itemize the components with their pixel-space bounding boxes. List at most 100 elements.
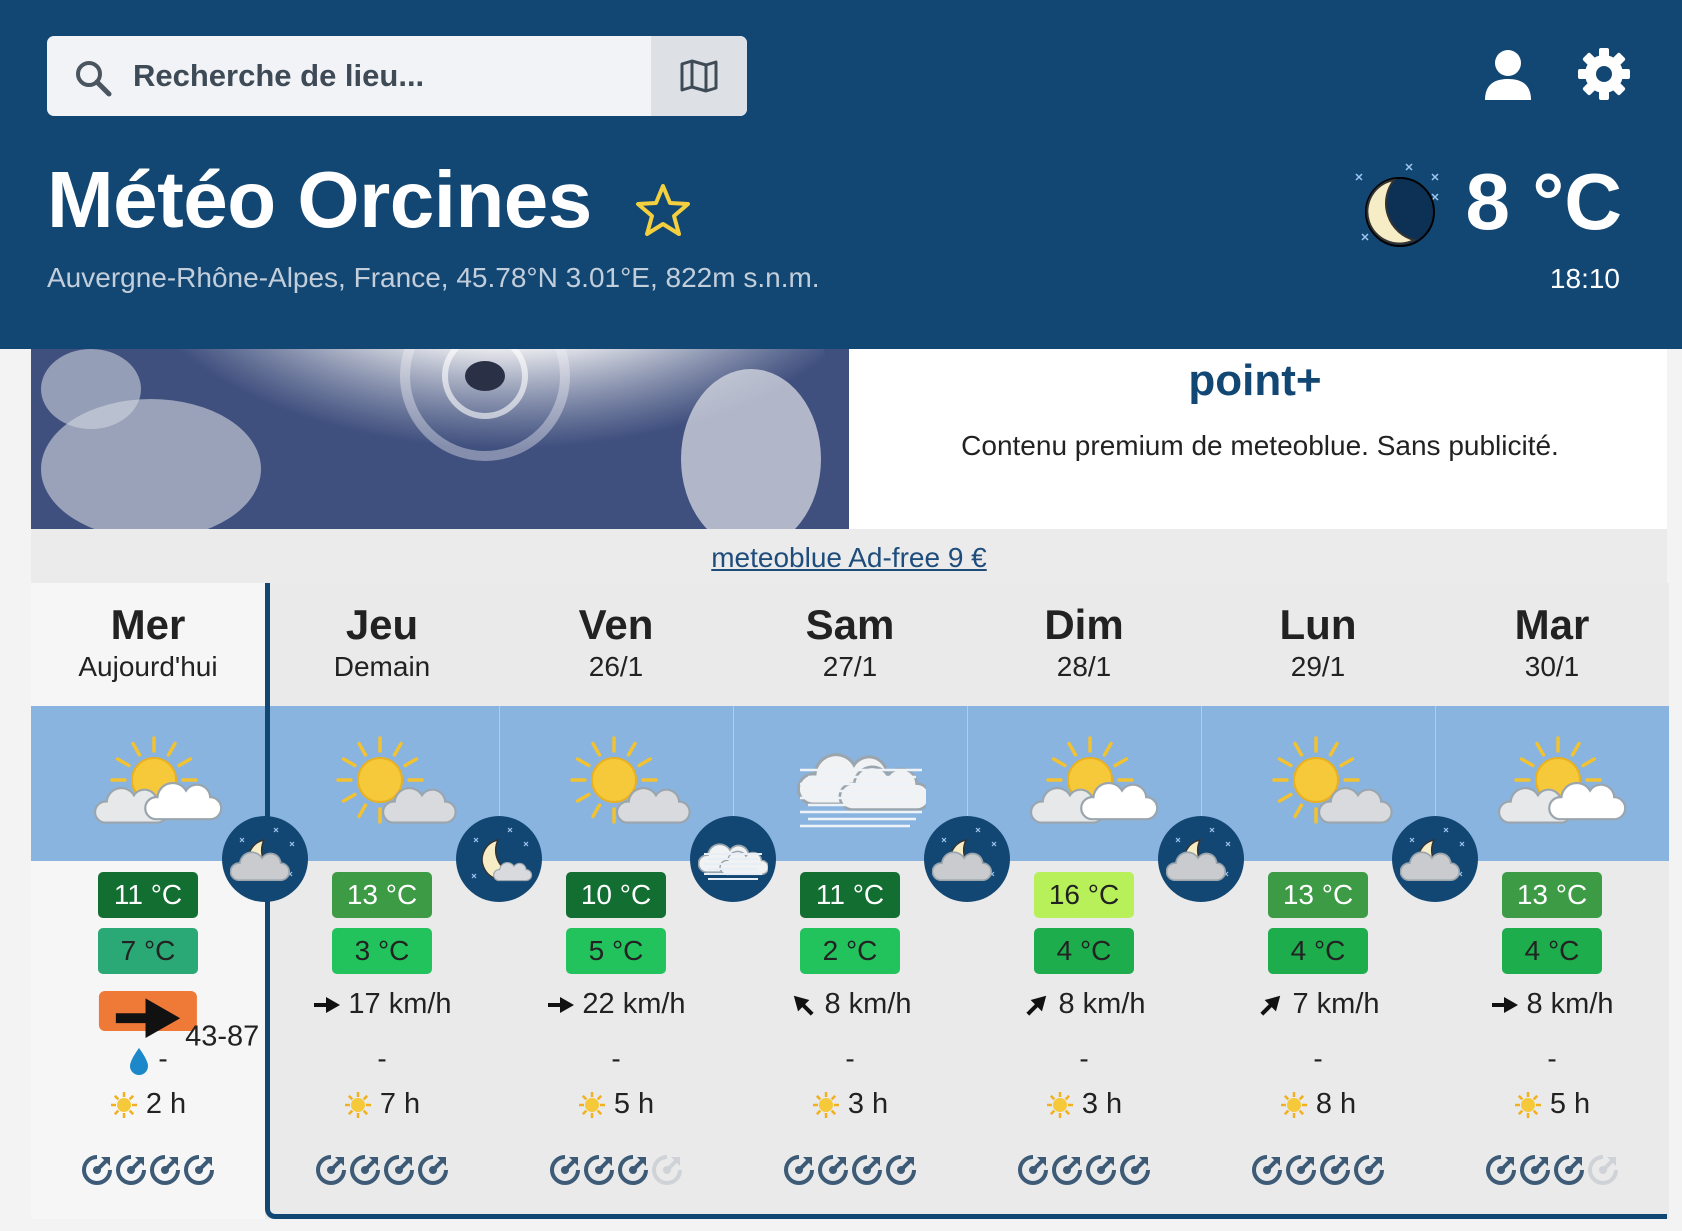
day-date: Aujourd'hui bbox=[78, 651, 218, 682]
seven-day-forecast: Mer Aujourd'hui 11 °C 7 °C 43-87-2 h Jeu Demai… bbox=[31, 583, 1669, 1223]
night-weather-badge bbox=[924, 816, 1010, 902]
night-weather-badge bbox=[456, 816, 542, 902]
sunshine-hours: 3 h bbox=[967, 1088, 1201, 1121]
predictability-icon bbox=[618, 1155, 648, 1185]
predictability-icon bbox=[818, 1155, 848, 1185]
day-column[interactable]: Sam 27/1 11 °C 2 °C 8 km/h - 3 h bbox=[733, 583, 967, 1219]
predictability bbox=[31, 1154, 265, 1191]
wind-value: 7 km/h bbox=[1292, 988, 1380, 1020]
predictability-icon bbox=[1320, 1155, 1350, 1185]
day-column[interactable]: Lun 29/1 13 °C 4 °C 7 km/h - 8 h bbox=[1201, 583, 1435, 1219]
partly-cloudy-icon bbox=[94, 736, 223, 824]
favorite-star-icon[interactable] bbox=[634, 182, 692, 240]
predictability-icon bbox=[418, 1155, 448, 1185]
predictability bbox=[265, 1154, 499, 1191]
sunshine-hours: 8 h bbox=[1201, 1088, 1435, 1121]
precipitation-value: - bbox=[611, 1043, 621, 1074]
wind-value: 8 km/h bbox=[1526, 988, 1614, 1020]
day-name: Sam bbox=[805, 601, 895, 648]
wind: 8 km/h bbox=[733, 988, 967, 1021]
precipitation-value: - bbox=[1313, 1043, 1323, 1074]
precipitation-value: - bbox=[845, 1043, 855, 1074]
precipitation: - bbox=[265, 1043, 499, 1075]
header: Météo Orcines Auvergne-Rhône-Alpes, Fran… bbox=[0, 0, 1682, 349]
sunshine-icon bbox=[1514, 1092, 1541, 1119]
sunshine-hours: 7 h bbox=[265, 1088, 499, 1121]
map-button[interactable] bbox=[651, 36, 747, 116]
map-icon bbox=[680, 59, 718, 93]
day-column[interactable]: Mer Aujourd'hui 11 °C 7 °C 43-87- 2 h bbox=[31, 583, 265, 1219]
day-date: Demain bbox=[333, 651, 431, 682]
max-temperature: 13 °C bbox=[332, 872, 432, 918]
predictability-icon bbox=[1588, 1155, 1618, 1185]
day-date: 29/1 bbox=[1290, 651, 1346, 682]
sunshine-value: 8 h bbox=[1315, 1088, 1357, 1120]
wind-direction-icon bbox=[115, 998, 181, 1038]
predictability-icon bbox=[584, 1155, 614, 1185]
predictability-icon bbox=[1018, 1155, 1048, 1185]
precipitation-value: - bbox=[1079, 1043, 1089, 1074]
wind: 17 km/h bbox=[265, 988, 499, 1021]
sunshine-value: 3 h bbox=[847, 1088, 889, 1120]
max-temperature: 16 °C bbox=[1034, 872, 1134, 918]
precipitation: - bbox=[1201, 1043, 1435, 1075]
sunshine-icon bbox=[344, 1092, 371, 1119]
predictability bbox=[967, 1154, 1201, 1191]
wind-value: 17 km/h bbox=[348, 988, 452, 1020]
wind-direction-icon bbox=[1492, 997, 1519, 1014]
day-name: Mar bbox=[1514, 601, 1590, 648]
gear-icon[interactable] bbox=[1574, 44, 1634, 104]
sunshine-value: 7 h bbox=[379, 1088, 421, 1120]
wind-direction-icon bbox=[794, 996, 815, 1016]
clear-night-moon-icon bbox=[1355, 163, 1439, 247]
sunshine-value: 3 h bbox=[1081, 1088, 1123, 1120]
max-temperature: 10 °C bbox=[566, 872, 666, 918]
adfree-link[interactable]: meteoblue Ad-free 9 € bbox=[711, 529, 987, 587]
user-icon[interactable] bbox=[1478, 44, 1538, 104]
raindrop-icon bbox=[130, 1047, 149, 1075]
predictability-icon bbox=[1554, 1155, 1584, 1185]
night-cloud-moon-icon bbox=[1166, 827, 1231, 882]
satellite-hurricane-image bbox=[31, 349, 849, 529]
predictability-icon bbox=[384, 1155, 414, 1185]
predictability-icon bbox=[1354, 1155, 1384, 1185]
min-temperature: 7 °C bbox=[98, 928, 198, 974]
day-column[interactable]: Ven 26/1 10 °C 5 °C 22 km/h - 5 h bbox=[499, 583, 733, 1219]
day-name: Mer bbox=[110, 601, 186, 648]
predictability bbox=[733, 1154, 967, 1191]
min-temperature: 3 °C bbox=[332, 928, 432, 974]
day-date: 28/1 bbox=[1056, 651, 1112, 682]
predictability-icon bbox=[1086, 1155, 1116, 1185]
predictability-icon bbox=[1486, 1155, 1516, 1185]
night-weather-badge bbox=[222, 816, 308, 902]
day-column[interactable]: Mar 30/1 13 °C 4 °C 8 km/h - 5 h bbox=[1435, 583, 1669, 1219]
predictability-icon bbox=[350, 1155, 380, 1185]
day-column[interactable]: Dim 28/1 16 °C 4 °C 8 km/h - 3 h bbox=[967, 583, 1201, 1219]
sunshine-hours: 2 h bbox=[31, 1088, 265, 1121]
search-box[interactable] bbox=[47, 36, 747, 116]
wind-value: 22 km/h bbox=[582, 988, 686, 1020]
sun-cloud-icon bbox=[570, 736, 691, 824]
max-temperature: 11 °C bbox=[98, 872, 198, 918]
promo-title: point+ bbox=[1188, 356, 1322, 405]
day-date: 30/1 bbox=[1524, 651, 1580, 682]
predictability-icon bbox=[1120, 1155, 1150, 1185]
night-cloud-moon-icon bbox=[932, 827, 997, 882]
adfree-bar: meteoblue Ad-free 9 € bbox=[31, 529, 1667, 583]
partly-cloudy-icon bbox=[1030, 736, 1159, 824]
wind: 22 km/h bbox=[499, 988, 733, 1021]
precipitation: - bbox=[733, 1043, 967, 1075]
predictability bbox=[1435, 1154, 1669, 1191]
precipitation: - bbox=[967, 1043, 1201, 1075]
predictability-icon bbox=[852, 1155, 882, 1185]
wind-value: 8 km/h bbox=[824, 988, 912, 1020]
sunshine-hours: 5 h bbox=[499, 1088, 733, 1121]
predictability-icon bbox=[784, 1155, 814, 1185]
min-temperature: 2 °C bbox=[800, 928, 900, 974]
day-column[interactable]: Jeu Demain 13 °C 3 °C 17 km/h - 7 h bbox=[265, 583, 499, 1219]
wind-direction-icon bbox=[1026, 996, 1047, 1016]
search-input[interactable] bbox=[133, 36, 693, 116]
wind-gust-badge: 43-87 bbox=[98, 991, 259, 1052]
sun-cloud-icon bbox=[1272, 736, 1393, 824]
min-temperature: 4 °C bbox=[1034, 928, 1134, 974]
